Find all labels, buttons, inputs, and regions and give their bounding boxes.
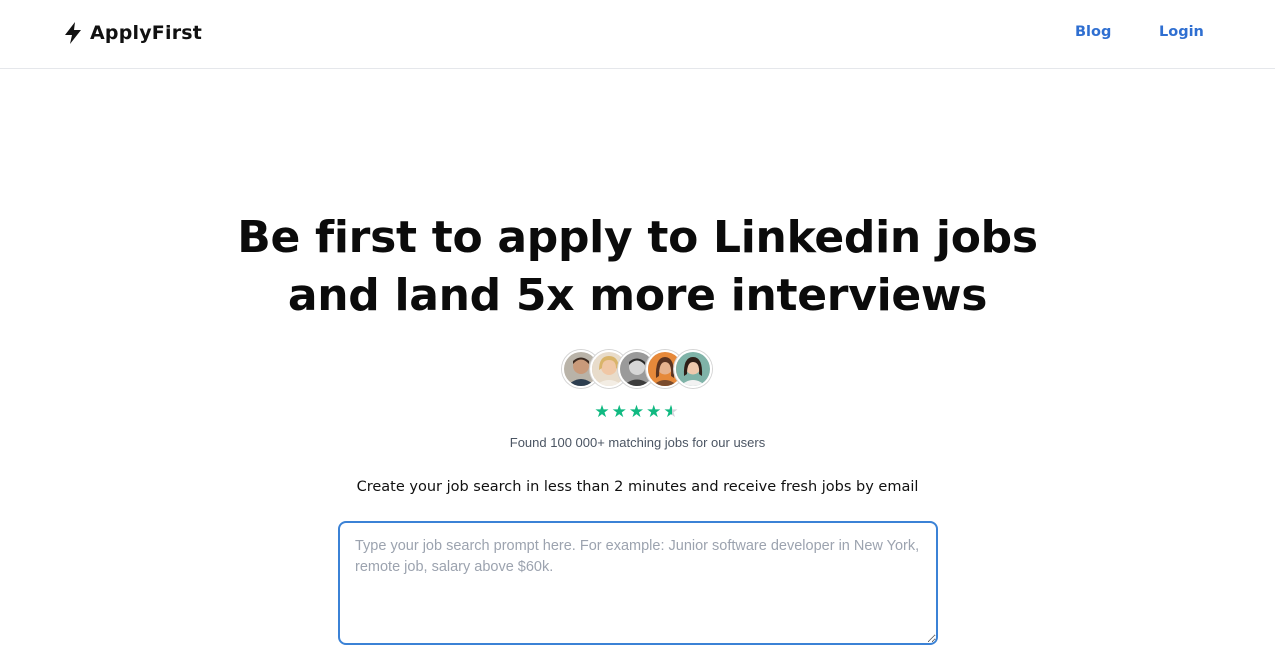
star-icon: ★ [628,402,647,422]
nav-login-link[interactable]: Login [1159,24,1204,40]
nav-blog-link[interactable]: Blog [1075,24,1111,40]
star-icon: ★ [646,402,664,422]
brand-name: ApplyFirst [90,22,203,44]
site-header: ApplyFirst Blog Login [0,0,1275,69]
half-star-icon: ★ [663,402,681,422]
star-rating: ★★★★★ [0,402,1275,422]
hero-title: Be first to apply to Linkedin jobs and l… [0,209,1275,325]
lightning-bolt-icon [65,22,81,44]
brand-logo-link[interactable]: ApplyFirst [64,22,202,44]
star-icon: ★ [611,402,629,422]
hero-title-line-2: and land 5x more interviews [287,270,988,321]
job-search-prompt-input[interactable] [338,521,938,645]
hero-title-line-1: Be first to apply to Linkedin jobs [237,212,1038,263]
user-avatar-5 [674,350,712,388]
search-subtitle: Create your job search in less than 2 mi… [356,479,919,495]
matching-jobs-count-text: Found 100 000+ matching jobs for our use… [509,435,766,450]
user-avatars [562,350,722,388]
star-icon: ★ [594,402,612,422]
